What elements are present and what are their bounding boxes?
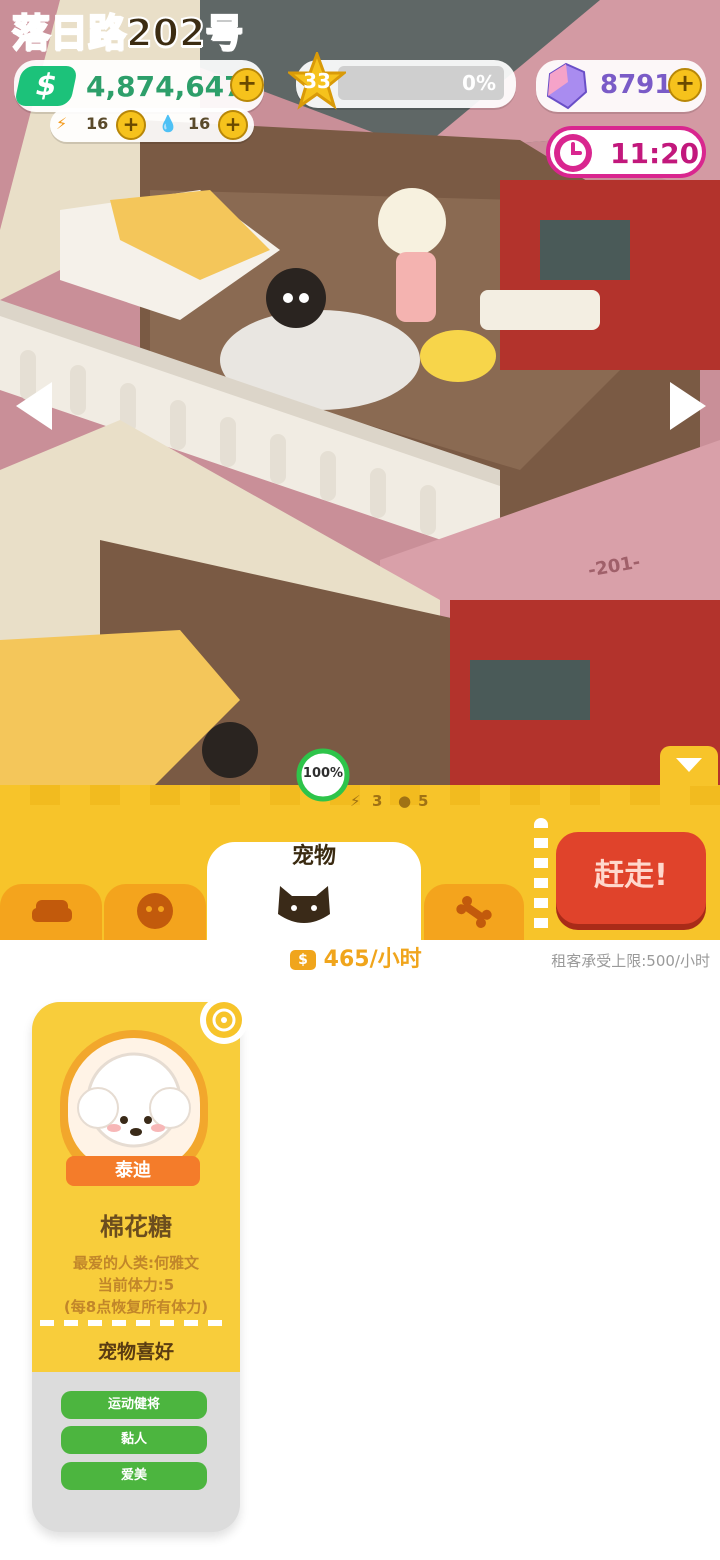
level-value: 33 bbox=[303, 69, 331, 93]
face-icon bbox=[137, 893, 173, 929]
tab-furniture[interactable] bbox=[0, 884, 102, 940]
target-icon bbox=[206, 1002, 242, 1038]
building-address: 落日路202号 bbox=[11, 10, 244, 56]
pet-preferences-title: 宠物喜好 bbox=[97, 1341, 174, 1363]
add-money-button[interactable]: + bbox=[230, 68, 264, 102]
xp-percent: 0% bbox=[462, 71, 496, 95]
timer[interactable]: 11:20 bbox=[546, 126, 706, 178]
pet-name: 棉花糖 bbox=[100, 1213, 172, 1241]
panel-divider bbox=[534, 818, 548, 938]
tenant-limit: 租客承受上限:500/小时 bbox=[551, 952, 710, 970]
pet-income-value: 465/小时 bbox=[323, 947, 422, 972]
gem-value: 8791 bbox=[600, 70, 673, 100]
money-icon: $ bbox=[13, 66, 79, 106]
pet-income: $ 465/小时 bbox=[290, 946, 422, 974]
bone-icon bbox=[456, 896, 492, 928]
food-count-icon: ● bbox=[398, 792, 412, 810]
pet-stamina: 当前体力:5 bbox=[97, 1276, 175, 1294]
energy-value: 16 bbox=[86, 114, 109, 133]
gem-icon bbox=[546, 62, 588, 110]
poodle-icon bbox=[77, 1052, 191, 1148]
next-building-arrow[interactable] bbox=[662, 378, 710, 434]
pet-favorite-human: 最爱的人类:何雅文 bbox=[73, 1254, 199, 1272]
water-value: 16 bbox=[188, 114, 211, 133]
evict-button[interactable]: 赶走! bbox=[556, 832, 706, 924]
pet-breed-tag: 泰迪 bbox=[66, 1156, 200, 1186]
pet-preference-tag: 爱美 bbox=[61, 1462, 207, 1490]
completion-percent: 100% bbox=[302, 766, 344, 781]
xp-progress-bar: 0% bbox=[338, 66, 504, 100]
chevron-down-icon bbox=[676, 758, 702, 772]
money-small-icon: $ bbox=[290, 950, 316, 970]
sofa-icon bbox=[32, 900, 72, 922]
pet-preference-tag: 运动健将 bbox=[61, 1391, 207, 1419]
add-energy-button[interactable]: + bbox=[116, 110, 146, 140]
tab-pet-label: 宠物 bbox=[291, 844, 336, 869]
collapse-panel-button[interactable] bbox=[660, 746, 718, 786]
energy-count-icon: ⚡ bbox=[350, 792, 361, 810]
timer-value: 11:20 bbox=[610, 137, 700, 170]
previous-building-arrow[interactable] bbox=[12, 378, 60, 434]
add-water-button[interactable]: + bbox=[218, 110, 248, 140]
tab-bone[interactable] bbox=[424, 884, 524, 940]
energy-icon: ⚡ bbox=[56, 114, 68, 133]
money-value: 4,874,647 bbox=[86, 70, 244, 103]
cat-icon bbox=[278, 886, 330, 923]
pet-recovery-note: (每8点恢复所有体力) bbox=[63, 1298, 209, 1316]
food-count: 5 bbox=[418, 792, 429, 810]
add-gem-button[interactable]: + bbox=[668, 68, 702, 102]
energy-count: 3 bbox=[372, 792, 383, 810]
water-icon: 💧 bbox=[158, 114, 178, 133]
tab-tenant[interactable] bbox=[104, 884, 206, 940]
card-divider bbox=[40, 1320, 232, 1326]
clock-icon bbox=[554, 134, 592, 172]
pet-portrait bbox=[68, 1038, 200, 1170]
evict-button-label: 赶走! bbox=[594, 858, 668, 893]
pet-card-target-button[interactable] bbox=[200, 996, 248, 1044]
pet-preference-tag: 黏人 bbox=[61, 1426, 207, 1454]
